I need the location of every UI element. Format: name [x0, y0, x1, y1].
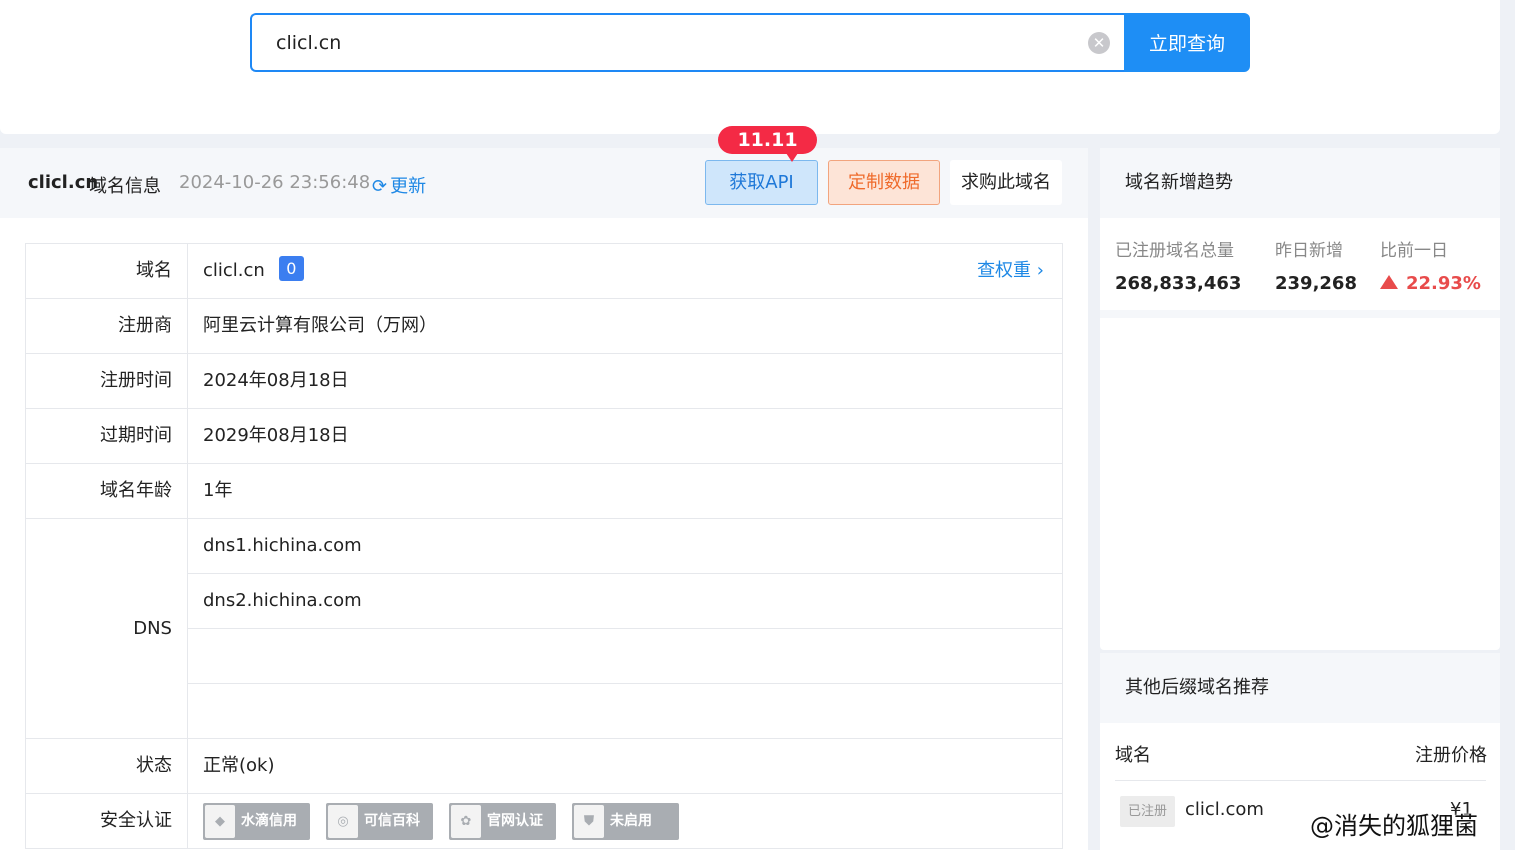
row-label: 域名 [26, 244, 188, 298]
promo-badge: 11.11 [718, 126, 817, 154]
table-row: 域名年龄 1年 [26, 464, 1062, 519]
promo-badge-tail [786, 153, 798, 162]
domain-info-card: clicl.cn 域名信息 2024-10-26 23:56:48 ⟳ 更新 获取… [0, 126, 1088, 850]
refresh-icon: ⟳ [372, 176, 388, 197]
compare-label: 比前一日 [1380, 241, 1448, 261]
cert-label: 未启用 [610, 813, 652, 829]
buy-domain-button[interactable]: 求购此域名 [950, 160, 1062, 205]
row-label: DNS [26, 519, 188, 738]
clear-icon[interactable]: ✕ [1088, 32, 1110, 54]
row-label: 状态 [26, 739, 188, 793]
new-value: 239,268 [1275, 273, 1357, 294]
domain-info-header: clicl.cn 域名信息 2024-10-26 23:56:48 ⟳ 更新 获取… [0, 126, 1088, 218]
get-api-button[interactable]: 获取API [705, 160, 818, 205]
row-value: 2024年08月18日 [203, 370, 349, 391]
row-label: 过期时间 [26, 409, 188, 463]
dns-entry: dns1.hichina.com [188, 519, 1062, 574]
arrow-up-icon [1380, 275, 1398, 289]
count-badge: 0 [278, 256, 304, 281]
dns-values: dns1.hichina.com dns2.hichina.com [188, 519, 1062, 738]
recommend-title: 其他后缀域名推荐 [1100, 653, 1500, 723]
cert-label: 水滴信用 [241, 813, 297, 829]
domain-value: clicl.cn [203, 260, 265, 281]
dns-entry: dns2.hichina.com [188, 574, 1062, 629]
compare-value-wrap: 22.93% [1380, 273, 1481, 294]
registered-tag: 已注册 [1120, 796, 1175, 827]
col-domain-header: 域名 [1115, 745, 1151, 766]
search-box: ✕ [250, 13, 1126, 72]
cert-badge[interactable]: ◎ 可信百科 [326, 802, 433, 840]
header-domain: clicl.cn [28, 172, 99, 193]
table-row: 注册商 阿里云计算有限公司（万网） [26, 299, 1062, 354]
cert-label: 可信百科 [364, 813, 420, 829]
row-value: 正常(ok) [203, 755, 275, 776]
row-value: clicl.cn 0 查权重 › [188, 244, 1062, 298]
watermark: @消失的狐狸菌 [1310, 812, 1478, 840]
row-value: 1年 [203, 480, 233, 501]
shield-icon: ⛊ [574, 804, 604, 838]
row-value: 2029年08月18日 [203, 425, 349, 446]
dns-entry [188, 684, 1062, 739]
row-label: 注册商 [26, 299, 188, 353]
row-value: 阿里云计算有限公司（万网） [203, 315, 437, 336]
paw-icon: ✿ [451, 804, 481, 838]
header-title: 域名信息 [89, 176, 161, 197]
new-label: 昨日新增 [1275, 241, 1343, 261]
update-timestamp: 2024-10-26 23:56:48 [179, 172, 371, 193]
cert-badge[interactable]: ⛊ 未启用 [572, 802, 679, 840]
row-value: ◆ 水滴信用 ◎ 可信百科 ✿ 官网认证 ⛊ 未启用 [188, 794, 1062, 848]
refresh-link[interactable]: ⟳ 更新 [372, 172, 426, 198]
check-weight-link[interactable]: 查权重 › [977, 244, 1044, 298]
row-label: 安全认证 [26, 794, 188, 848]
table-row: 过期时间 2029年08月18日 [26, 409, 1062, 464]
trend-title: 域名新增趋势 [1100, 148, 1500, 218]
custom-data-button[interactable]: 定制数据 [828, 160, 940, 205]
cert-label: 官网认证 [487, 813, 543, 829]
divider [1115, 780, 1486, 781]
search-button[interactable]: 立即查询 [1124, 13, 1250, 72]
col-price-header: 注册价格 [1415, 745, 1487, 766]
seal-icon: ◎ [328, 804, 358, 838]
table-row: 注册时间 2024年08月18日 [26, 354, 1062, 409]
trend-card: 域名新增趋势 已注册域名总量 昨日新增 比前一日 268,833,463 239… [1100, 148, 1500, 650]
compare-value: 22.93% [1406, 273, 1481, 294]
table-row: 状态 正常(ok) [26, 739, 1062, 794]
row-label: 注册时间 [26, 354, 188, 408]
refresh-label: 更新 [390, 176, 427, 197]
water-drop-icon: ◆ [205, 804, 235, 838]
recommend-domain[interactable]: clicl.com [1185, 799, 1264, 820]
row-label: 域名年龄 [26, 464, 188, 518]
check-weight-label: 查权重 [977, 260, 1032, 281]
table-row: 域名 clicl.cn 0 查权重 › [26, 244, 1062, 299]
info-table: 域名 clicl.cn 0 查权重 › 注册商 阿里云计算有限公司（万网） 注册时… [25, 243, 1063, 849]
total-label: 已注册域名总量 [1115, 241, 1234, 261]
chevron-right-icon: › [1036, 260, 1044, 281]
table-row: 安全认证 ◆ 水滴信用 ◎ 可信百科 ✿ 官网认证 ⛊ 未启用 [26, 794, 1062, 849]
divider [1100, 310, 1500, 318]
dns-row: DNS dns1.hichina.com dns2.hichina.com [26, 519, 1062, 739]
cert-badge[interactable]: ◆ 水滴信用 [203, 802, 310, 840]
cert-badge[interactable]: ✿ 官网认证 [449, 802, 556, 840]
dns-entry [188, 629, 1062, 684]
search-panel: ✕ 立即查询 [0, 0, 1500, 134]
search-input[interactable] [276, 30, 1076, 56]
total-value: 268,833,463 [1115, 273, 1242, 294]
